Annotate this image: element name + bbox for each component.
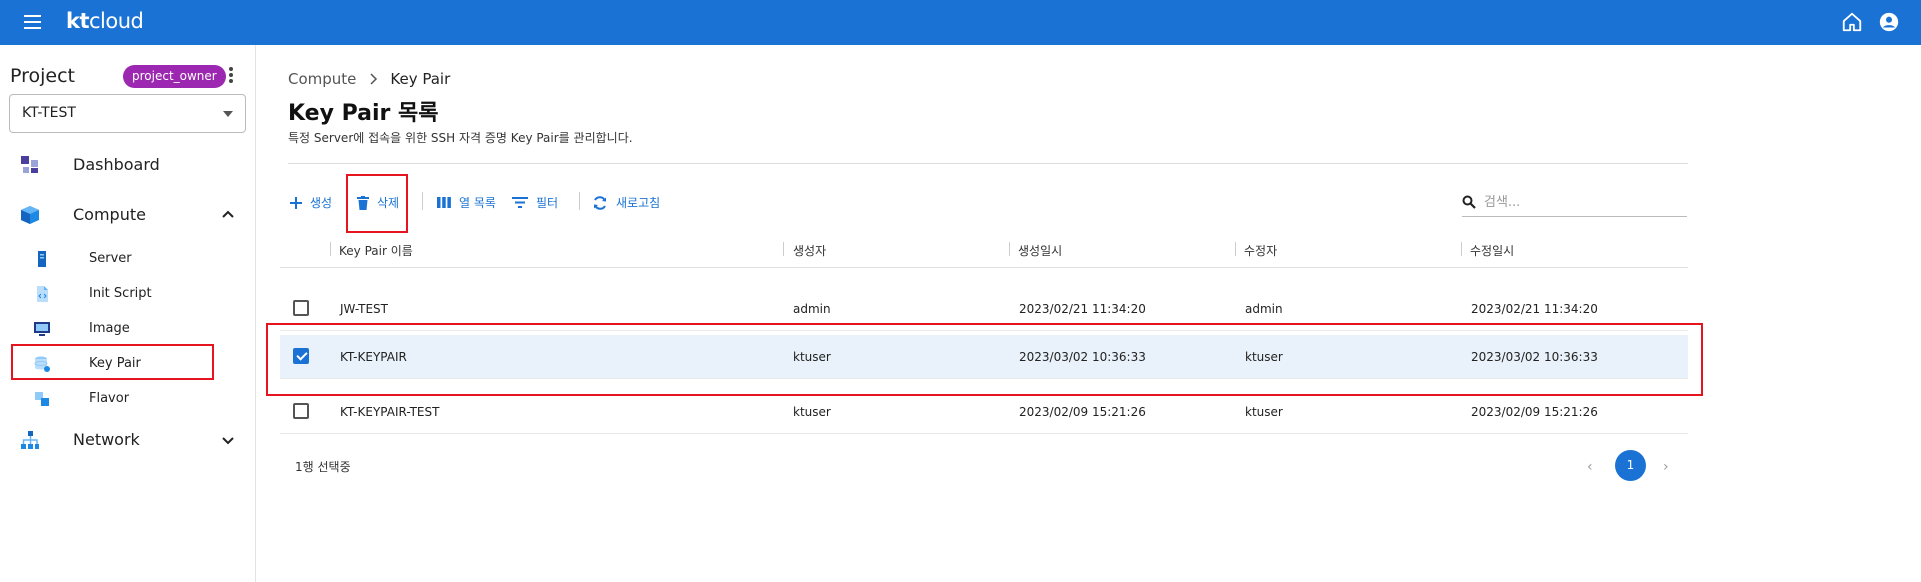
home-icon[interactable]	[1841, 11, 1863, 33]
dashboard-icon	[21, 156, 38, 173]
sidebar-item-image[interactable]: Image	[0, 313, 255, 345]
next-page-button[interactable]: ›	[1663, 459, 1669, 475]
highlight-box-delete	[346, 174, 408, 233]
breadcrumb: Compute Key Pair	[288, 70, 450, 88]
logo-brand: kt	[66, 9, 90, 33]
chevron-right-icon	[370, 73, 378, 85]
role-badge: project_owner	[123, 65, 226, 88]
project-select-value: KT-TEST	[22, 105, 76, 121]
create-button[interactable]: 생성	[290, 194, 332, 211]
sidebar-item-server[interactable]: Server	[0, 243, 255, 275]
filter-label: 필터	[536, 196, 559, 210]
highlight-box-key-pair	[11, 344, 214, 380]
cell-created: 2023/02/09 15:21:26	[1019, 405, 1146, 419]
more-vert-icon[interactable]	[226, 67, 236, 87]
column-divider	[1461, 242, 1462, 256]
toolbar-separator	[422, 192, 423, 210]
columns-button[interactable]: 열 목록	[437, 194, 496, 211]
filter-button[interactable]: 필터	[512, 194, 558, 211]
cell-created: 2023/02/21 11:34:20	[1019, 302, 1146, 316]
filter-list-icon	[512, 197, 528, 208]
table-row[interactable]: KT-KEYPAIR-TEST ktuser 2023/02/09 15:21:…	[280, 390, 1688, 434]
columns-label: 열 목록	[459, 196, 496, 210]
dropdown-caret-icon	[223, 111, 233, 117]
sidebar-item-label: Dashboard	[73, 155, 160, 174]
sidebar-item-flavor[interactable]: Flavor	[0, 383, 255, 415]
column-divider	[783, 242, 784, 256]
page-title: Key Pair 목록	[288, 101, 439, 126]
chevron-down-icon	[222, 437, 234, 445]
page-number-current[interactable]: 1	[1615, 450, 1646, 481]
chevron-up-icon	[222, 210, 234, 218]
column-view-icon	[437, 197, 451, 208]
toolbar-separator	[579, 192, 580, 210]
table-header: Key Pair 이름 생성자 생성일시 수정자 수정일시	[280, 228, 1688, 268]
prev-page-button[interactable]: ‹	[1587, 459, 1593, 475]
column-header-name[interactable]: Key Pair 이름	[339, 242, 413, 259]
column-divider	[1009, 242, 1010, 256]
sidebar-item-compute[interactable]: Compute	[0, 195, 255, 235]
account-circle-icon[interactable]	[1878, 11, 1900, 33]
sidebar-item-label: Init Script	[89, 286, 152, 301]
sidebar-item-init-script[interactable]: Init Script	[0, 278, 255, 310]
breadcrumb-key-pair: Key Pair	[390, 70, 451, 88]
project-label: Project	[10, 65, 76, 87]
highlight-box-selected-row	[266, 323, 1703, 396]
network-icon	[21, 431, 39, 449]
sidebar-item-network[interactable]: Network	[0, 420, 255, 460]
top-app-bar: ktcloud	[0, 0, 1921, 45]
plus-icon	[290, 196, 302, 209]
cell-modified: 2023/02/09 15:21:26	[1471, 405, 1598, 419]
sidebar: Project project_owner KT-TEST Dashboard …	[0, 45, 256, 582]
sidebar-item-label: Network	[73, 430, 140, 449]
compute-cube-icon	[21, 206, 39, 224]
main-content: Compute Key Pair Key Pair 목록 특정 Server에 …	[257, 45, 1921, 582]
monitor-icon	[34, 322, 50, 336]
divider	[288, 163, 1688, 164]
server-icon	[38, 251, 46, 267]
cell-creator: ktuser	[793, 405, 831, 419]
sidebar-item-dashboard[interactable]: Dashboard	[0, 145, 255, 185]
search-field[interactable]	[1462, 188, 1687, 217]
column-header-modifier[interactable]: 수정자	[1244, 242, 1277, 259]
kt-cloud-logo[interactable]: ktcloud	[66, 9, 144, 33]
row-checkbox[interactable]	[293, 300, 309, 316]
cell-creator: admin	[793, 302, 831, 316]
sidebar-item-label: Compute	[73, 205, 146, 224]
cell-name: KT-KEYPAIR-TEST	[340, 405, 440, 419]
cell-modifier: ktuser	[1245, 405, 1283, 419]
column-divider	[330, 242, 331, 256]
search-input[interactable]	[1484, 194, 1664, 210]
breadcrumb-compute[interactable]: Compute	[288, 70, 356, 88]
cell-name: JW-TEST	[340, 302, 389, 316]
cell-modified: 2023/02/21 11:34:20	[1471, 302, 1598, 316]
refresh-button[interactable]: 새로고침	[592, 194, 660, 211]
script-file-icon	[37, 286, 48, 302]
sidebar-item-label: Flavor	[89, 391, 130, 406]
column-header-creator[interactable]: 생성자	[793, 242, 826, 259]
column-header-modified[interactable]: 수정일시	[1470, 242, 1514, 259]
column-divider	[1235, 242, 1236, 256]
sidebar-item-label: Image	[89, 321, 130, 336]
project-select[interactable]: KT-TEST	[9, 94, 246, 133]
column-header-created[interactable]: 생성일시	[1018, 242, 1062, 259]
logo-suffix: cloud	[89, 9, 144, 33]
sidebar-item-label: Server	[89, 251, 132, 266]
menu-icon[interactable]	[24, 15, 41, 29]
row-checkbox[interactable]	[293, 403, 309, 419]
page-description: 특정 Server에 접속을 위한 SSH 자격 증명 Key Pair를 관리…	[288, 131, 633, 145]
selection-status: 1행 선택중	[295, 460, 351, 474]
search-icon	[1462, 195, 1476, 209]
refresh-label: 새로고침	[616, 196, 661, 210]
cell-modifier: admin	[1245, 302, 1283, 316]
create-label: 생성	[310, 196, 333, 210]
flavor-icon	[35, 392, 49, 406]
refresh-icon	[594, 195, 606, 210]
